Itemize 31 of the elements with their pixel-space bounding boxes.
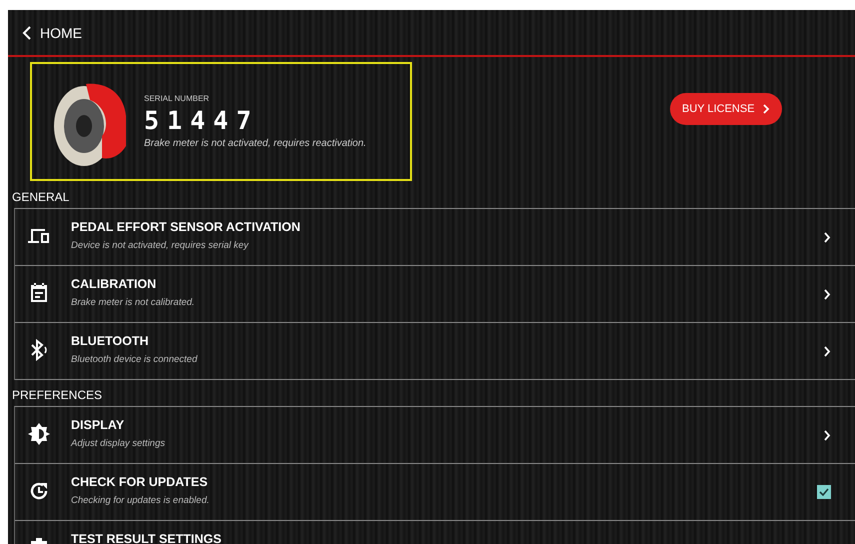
row-title: BLUETOOTH — [71, 334, 150, 348]
row-title: CHECK FOR UPDATES — [71, 475, 209, 489]
row-title: PEDAL EFFORT SENSOR ACTIVATION — [71, 220, 302, 234]
back-button[interactable]: HOME — [22, 24, 82, 40]
settings-row[interactable]: DISPLAY Adjust display settings — [15, 407, 855, 464]
serial-number: 51447 — [144, 106, 260, 135]
buy-license-button[interactable]: BUY LICENSE — [670, 93, 782, 125]
chevron-icon — [824, 430, 831, 441]
row-subtitle: Checking for updates is enabled. — [71, 495, 210, 506]
serial-label: SERIAL NUMBER — [144, 94, 210, 103]
row-title: DISPLAY — [71, 418, 126, 432]
settings-row[interactable]: PEDAL EFFORT SENSOR ACTIVATION Device is not activated, requires serial key — [15, 209, 855, 266]
brightness-icon — [27, 422, 51, 446]
section-heading: PREFERENCES — [11, 387, 104, 404]
row-title: CALIBRATION — [71, 277, 158, 291]
row-title: TEST RESULT SETTINGS — [71, 532, 222, 544]
section-heading: GENERAL — [11, 189, 70, 206]
chevron-icon — [824, 346, 831, 357]
settings-row[interactable]: BLUETOOTH Bluetooth device is connected — [15, 323, 855, 380]
chevron-icon — [762, 104, 770, 114]
row-subtitle: Bluetooth device is connected — [71, 354, 198, 365]
settings-row[interactable]: CALIBRATION Brake meter is not calibrated. — [15, 266, 855, 323]
row-subtitle: Device is not activated, requires serial key — [71, 240, 250, 251]
activation-message: Brake meter is not activated, requires reactivation. — [144, 138, 366, 149]
settings-row[interactable]: TEST RESULT SETTINGS — [15, 521, 855, 544]
chevron-icon — [824, 232, 831, 243]
checkbox[interactable] — [817, 485, 831, 499]
chevron-icon — [824, 289, 831, 300]
row-subtitle: Brake meter is not calibrated. — [71, 297, 196, 308]
settings-row[interactable]: CHECK FOR UPDATES Checking for updates is enabled. — [15, 464, 855, 521]
row-subtitle: Adjust display settings — [71, 438, 166, 449]
